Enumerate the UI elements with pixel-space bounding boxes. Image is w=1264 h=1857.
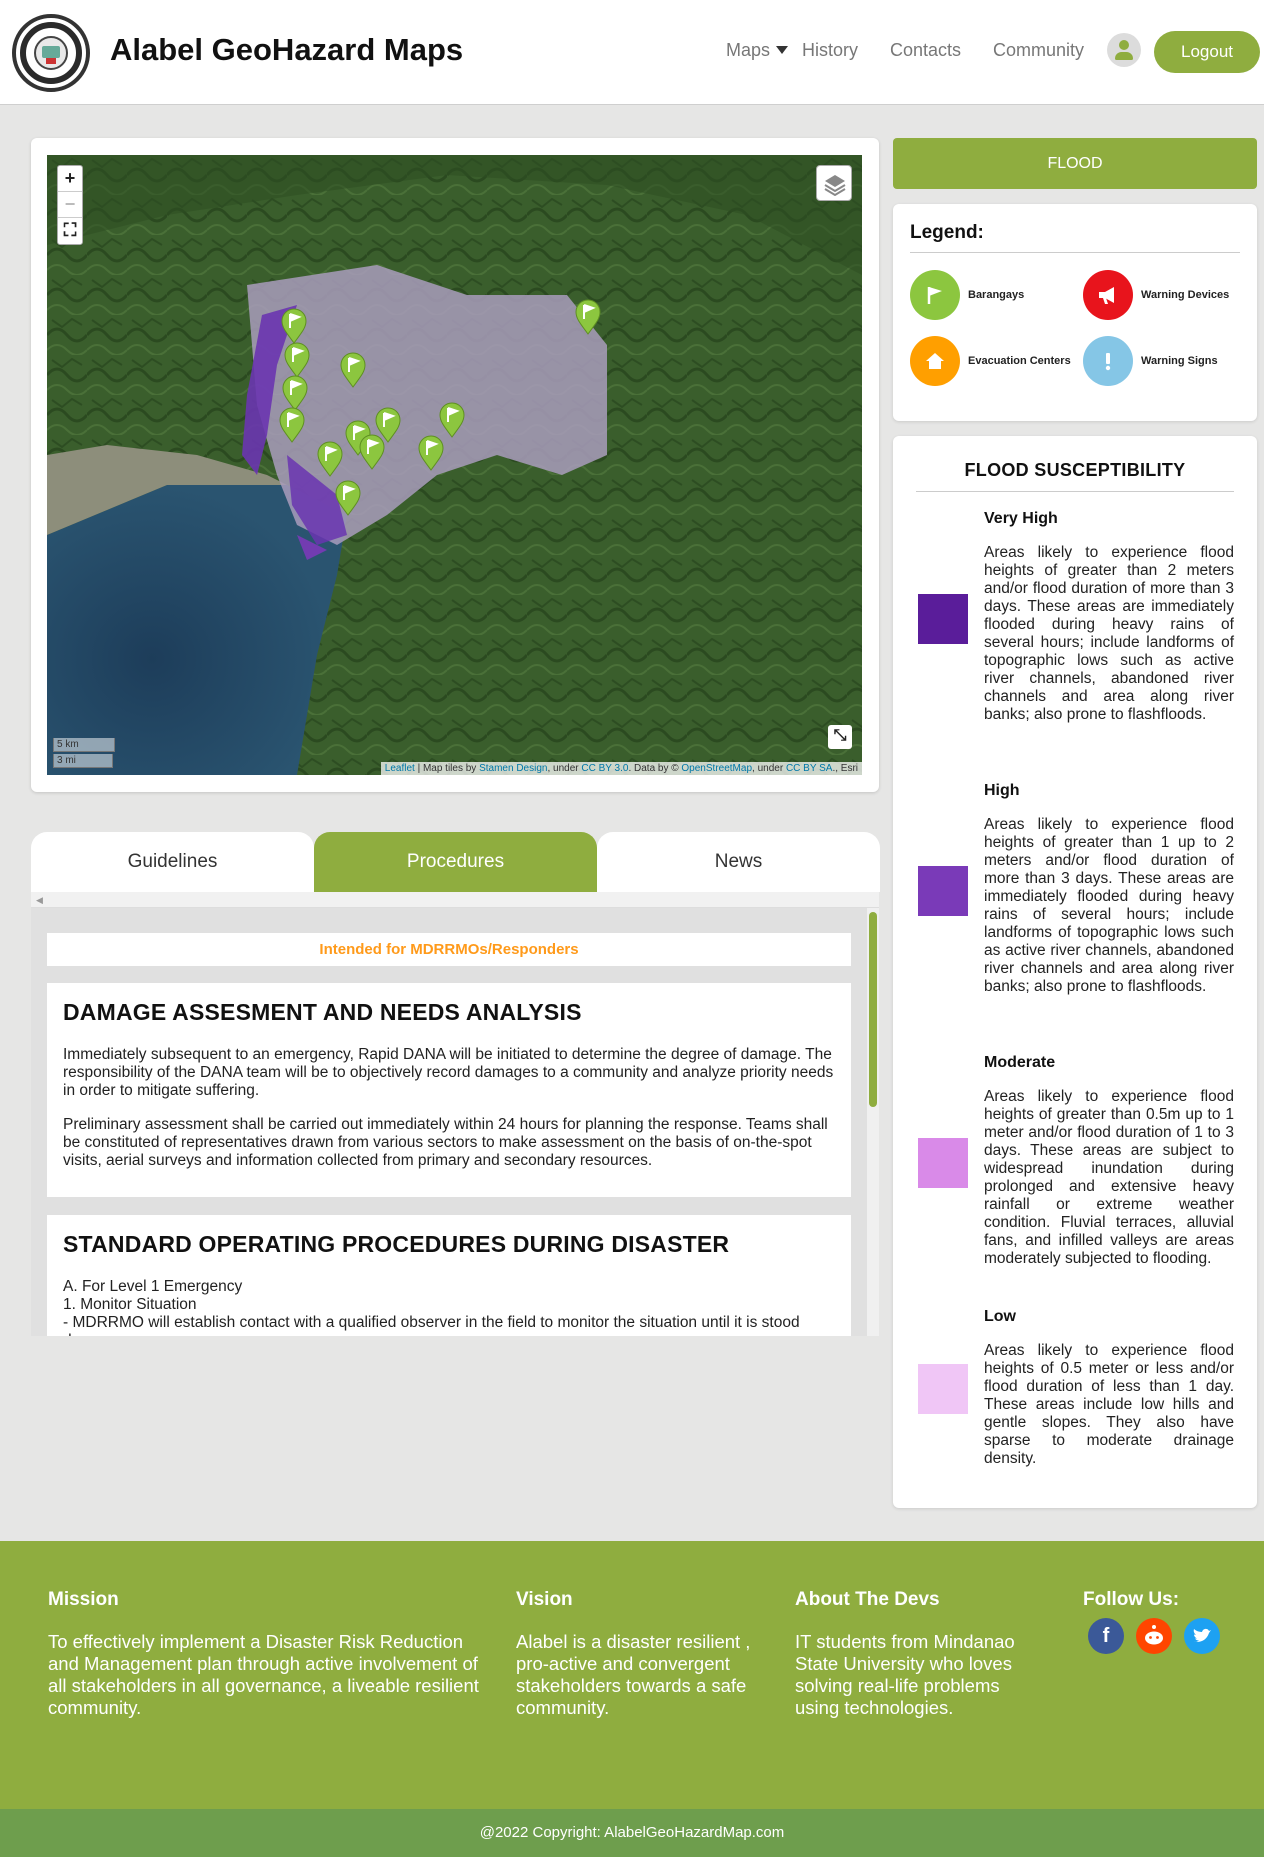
twitter-icon[interactable] xyxy=(1184,1618,1220,1654)
legend-title: Legend: xyxy=(910,222,984,243)
low-swatch xyxy=(918,1364,968,1414)
scroll-left-icon[interactable]: ◀ xyxy=(36,895,43,906)
susceptibility-title: FLOOD SUSCEPTIBILITY xyxy=(964,460,1186,480)
barangay-marker-flag-icon[interactable] xyxy=(340,352,366,388)
dana-section-title: DAMAGE ASSESMENT AND NEEDS ANALYSIS xyxy=(63,999,582,1025)
barangay-marker-flag-icon[interactable] xyxy=(284,342,310,378)
divider xyxy=(916,491,1234,492)
tab-procedures[interactable]: Procedures xyxy=(314,832,597,892)
logout-button[interactable]: Logout xyxy=(1154,31,1260,73)
barangay-marker-flag-icon[interactable] xyxy=(418,435,444,471)
map-card: + − ⛶ ⤡ 5 km 3 mi Leaflet | Map tiles by… xyxy=(31,138,879,792)
mission-text: To effectively implement a Disaster Risk… xyxy=(48,1631,479,1718)
barangay-marker-flag-icon[interactable] xyxy=(439,402,465,438)
nav-community[interactable]: Community xyxy=(993,40,1084,61)
nav-maps-dropdown[interactable]: Maps xyxy=(726,40,770,61)
barangay-marker-flag-icon[interactable] xyxy=(317,441,343,477)
barangay-markers xyxy=(279,299,601,516)
barangay-marker-flag-icon[interactable] xyxy=(279,407,305,443)
copyright-bar: @2022 Copyright: AlabelGeoHazardMap.com xyxy=(0,1809,1264,1857)
user-avatar-icon[interactable] xyxy=(1107,33,1141,67)
sop-line-1: A. For Level 1 Emergency xyxy=(63,1278,243,1295)
moderate-swatch xyxy=(918,1138,968,1188)
top-navbar: Alabel GeoHazard Maps Maps History Conta… xyxy=(0,0,1264,105)
horizontal-scrollbar[interactable]: ◀ xyxy=(31,892,879,908)
exclamation-icon xyxy=(1083,336,1133,386)
vision-text: Alabel is a disaster resilient , pro-act… xyxy=(516,1631,751,1718)
sop-line-3: - MDRRMO will establish contact with a q… xyxy=(63,1314,800,1336)
devs-title: About The Devs xyxy=(795,1589,940,1610)
sop-section-title: STANDARD OPERATING PROCEDURES DURING DIS… xyxy=(63,1231,730,1257)
megaphone-icon xyxy=(1083,270,1133,320)
flood-hazard-button[interactable]: FLOOD xyxy=(893,138,1257,189)
barangay-marker-flag-icon[interactable] xyxy=(281,308,307,344)
nav-contacts[interactable]: Contacts xyxy=(890,40,961,61)
municipal-seal-logo[interactable] xyxy=(12,14,90,92)
barangay-marker-flag-icon[interactable] xyxy=(359,434,385,470)
hazard-map[interactable]: + − ⛶ ⤡ 5 km 3 mi Leaflet | Map tiles by… xyxy=(47,155,862,775)
sop-section-card: STANDARD OPERATING PROCEDURES DURING DIS… xyxy=(47,1215,851,1336)
home-icon xyxy=(910,336,960,386)
facebook-icon[interactable]: f xyxy=(1088,1618,1124,1654)
flood-susceptibility-card: FLOOD SUSCEPTIBILITY Very High Areas lik… xyxy=(893,436,1257,1508)
barangay-marker-flag-icon[interactable] xyxy=(575,299,601,335)
flag-icon xyxy=(910,270,960,320)
divider xyxy=(910,252,1240,253)
reddit-icon[interactable] xyxy=(1136,1618,1172,1654)
intended-audience-banner: Intended for MDRRMOs/Responders xyxy=(47,933,851,966)
procedures-panel: Intended for MDRRMOs/Responders DAMAGE A… xyxy=(31,908,879,1336)
footer: Mission To effectively implement a Disas… xyxy=(0,1541,1264,1809)
vertical-scrollbar[interactable] xyxy=(867,908,879,1336)
very-high-swatch xyxy=(918,594,968,644)
tab-guidelines[interactable]: Guidelines xyxy=(31,832,314,892)
high-swatch xyxy=(918,866,968,916)
devs-text: IT students from Mindanao State Universi… xyxy=(795,1631,1015,1718)
dana-section-card: DAMAGE ASSESMENT AND NEEDS ANALYSIS Imme… xyxy=(47,983,851,1197)
dana-paragraph-1: Immediately subsequent to an emergency, … xyxy=(63,1046,834,1099)
caret-down-icon[interactable] xyxy=(776,46,788,54)
dana-paragraph-2: Preliminary assessment shall be carried … xyxy=(63,1116,828,1169)
sop-line-2: 1. Monitor Situation xyxy=(63,1296,197,1313)
mission-title: Mission xyxy=(48,1589,119,1610)
scrollbar-thumb[interactable] xyxy=(869,912,877,1107)
barangay-marker-flag-icon[interactable] xyxy=(335,480,361,516)
nav-history[interactable]: History xyxy=(802,40,858,61)
info-tabs: Guidelines Procedures News xyxy=(31,832,880,892)
tab-news[interactable]: News xyxy=(597,832,880,892)
barangay-marker-flag-icon[interactable] xyxy=(282,375,308,411)
site-title[interactable]: Alabel GeoHazard Maps xyxy=(110,32,463,68)
follow-title: Follow Us: xyxy=(1083,1589,1180,1610)
barangay-marker-flag-icon[interactable] xyxy=(375,407,401,443)
legend-card: Legend: Barangays Warning Devices Evacua… xyxy=(893,204,1257,421)
vision-title: Vision xyxy=(516,1589,573,1610)
